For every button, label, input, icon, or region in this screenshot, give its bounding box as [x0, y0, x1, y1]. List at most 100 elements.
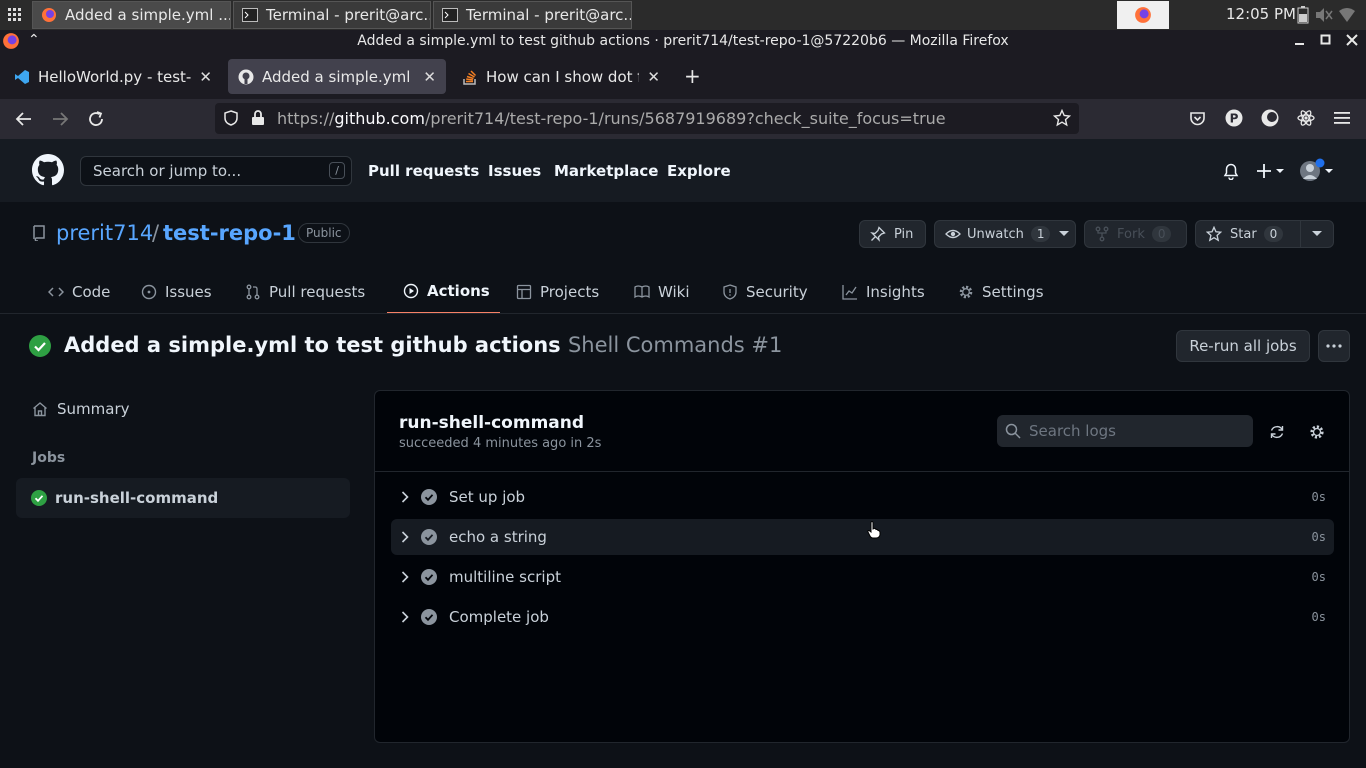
- repo-name-link[interactable]: test-repo-1: [163, 221, 296, 245]
- shield-icon[interactable]: [223, 110, 239, 126]
- tab-actions[interactable]: Actions: [387, 270, 500, 314]
- tab-insights[interactable]: Insights: [842, 270, 925, 314]
- unwatch-label: Unwatch: [967, 226, 1024, 242]
- terminal-icon: [442, 8, 458, 22]
- minimize-icon[interactable]: [1294, 34, 1306, 46]
- tab-issues[interactable]: Issues: [141, 270, 212, 314]
- tab-settings[interactable]: Settings: [958, 270, 1044, 314]
- chevron-right-icon: [401, 571, 409, 583]
- gear-icon: [958, 284, 974, 300]
- chevron-right-icon: [401, 531, 409, 543]
- taskbar-item-firefox[interactable]: Added a simple.yml ...: [32, 1, 231, 29]
- repo-owner-link[interactable]: prerit714: [56, 221, 153, 245]
- visibility-badge: Public: [298, 223, 350, 243]
- step-set-up-job[interactable]: Set up job 0s: [391, 479, 1334, 515]
- gear-icon[interactable]: [1309, 424, 1325, 440]
- extension-dark-mode-icon[interactable]: [1261, 109, 1279, 127]
- firefox-icon: [41, 7, 57, 23]
- close-tab-icon[interactable]: ✕: [423, 68, 436, 86]
- unwatch-button[interactable]: Unwatch 1: [934, 220, 1076, 248]
- pocket-icon[interactable]: [1189, 110, 1206, 127]
- forward-icon[interactable]: [51, 110, 69, 128]
- tab-label: HelloWorld.py - test-repo-1: [38, 67, 192, 86]
- step-complete-job[interactable]: Complete job 0s: [391, 599, 1334, 635]
- close-tab-icon[interactable]: ✕: [647, 68, 660, 86]
- github-search-input[interactable]: Search or jump to... /: [80, 156, 352, 186]
- issue-icon: [141, 284, 157, 300]
- sidebar-job-run-shell-command[interactable]: run-shell-command: [16, 478, 350, 518]
- avatar[interactable]: [1299, 158, 1337, 184]
- close-tab-icon[interactable]: ✕: [199, 68, 212, 86]
- hamburger-menu-icon[interactable]: [1334, 111, 1350, 125]
- battery-icon[interactable]: [1297, 6, 1309, 24]
- tab-projects[interactable]: Projects: [516, 270, 599, 314]
- volume-muted-icon[interactable]: [1315, 7, 1333, 23]
- extension-p-icon[interactable]: P: [1225, 109, 1243, 127]
- create-new-plus-icon[interactable]: [1257, 163, 1287, 179]
- close-window-icon[interactable]: [1346, 34, 1358, 46]
- taskbar-item-label: Terminal - prerit@arc...: [266, 6, 431, 24]
- pin-button[interactable]: Pin: [859, 220, 926, 248]
- browser-tab-helloworld[interactable]: HelloWorld.py - test-repo-1 ✕: [4, 59, 222, 94]
- run-title: Added a simple.yml to test github action…: [64, 333, 782, 357]
- bookmark-star-icon[interactable]: [1053, 109, 1071, 127]
- step-duration: 0s: [1311, 530, 1326, 544]
- step-name: Set up job: [449, 488, 526, 506]
- pull-request-icon: [245, 284, 261, 300]
- tab-pull-requests[interactable]: Pull requests: [245, 270, 365, 314]
- browser-nav-bar: https://github.com/prerit714/test-repo-1…: [0, 99, 1366, 139]
- tab-security[interactable]: Security: [722, 270, 808, 314]
- back-icon[interactable]: [15, 110, 33, 128]
- svg-text:P: P: [1230, 112, 1239, 126]
- wifi-icon[interactable]: [1339, 8, 1355, 22]
- tab-label: Security: [746, 283, 808, 301]
- step-echo-a-string[interactable]: echo a string 0s: [391, 519, 1334, 555]
- browser-tab-actions-run[interactable]: Added a simple.yml to test github action…: [228, 59, 446, 94]
- window-title: Added a simple.yml to test github action…: [357, 33, 1009, 49]
- rerun-all-jobs-button[interactable]: Re-run all jobs: [1176, 330, 1310, 362]
- taskbar-item-label: Added a simple.yml ...: [65, 6, 231, 24]
- job-label: run-shell-command: [55, 489, 219, 507]
- more-options-button[interactable]: [1318, 330, 1350, 362]
- apps-grid-icon[interactable]: [0, 0, 30, 30]
- step-duration: 0s: [1311, 490, 1326, 504]
- panel-divider: [375, 471, 1349, 472]
- bell-icon[interactable]: [1223, 163, 1239, 180]
- github-logo-icon[interactable]: [32, 154, 64, 186]
- url-bar[interactable]: https://github.com/prerit714/test-repo-1…: [215, 103, 1079, 134]
- tray-firefox-icon[interactable]: [1117, 1, 1169, 29]
- fork-label: Fork: [1117, 226, 1145, 242]
- repo-icon: [32, 225, 46, 241]
- success-check-icon: [29, 335, 51, 357]
- tab-wiki[interactable]: Wiki: [634, 270, 690, 314]
- step-multiline-script[interactable]: multiline script 0s: [391, 559, 1334, 595]
- taskbar-item-terminal-1[interactable]: Terminal - prerit@arc...: [233, 1, 431, 29]
- tab-label: Insights: [866, 283, 925, 301]
- taskbar-item-terminal-2[interactable]: Terminal - prerit@arc...: [433, 1, 632, 29]
- nav-explore[interactable]: Explore: [667, 162, 731, 180]
- watch-count: 1: [1030, 226, 1051, 242]
- summary-link[interactable]: Summary: [32, 400, 130, 418]
- search-logs-input[interactable]: Search logs: [997, 415, 1253, 447]
- clock[interactable]: 12:05 PM: [1226, 5, 1296, 23]
- new-tab-icon[interactable]: +: [684, 64, 701, 88]
- home-icon: [32, 401, 48, 417]
- reload-icon[interactable]: [87, 110, 105, 128]
- caret-down-icon: [1312, 231, 1322, 237]
- tab-code[interactable]: Code: [48, 270, 110, 314]
- code-icon: [48, 284, 64, 300]
- fork-button[interactable]: Fork 0: [1084, 220, 1187, 248]
- step-success-icon: [421, 529, 437, 545]
- star-list-dropdown[interactable]: [1300, 220, 1334, 248]
- star-button[interactable]: Star 0: [1195, 220, 1301, 248]
- graph-icon: [842, 284, 858, 300]
- lock-icon[interactable]: [251, 110, 265, 126]
- nav-pull-requests[interactable]: Pull requests: [368, 162, 479, 180]
- maximize-icon[interactable]: [1320, 34, 1332, 46]
- refresh-icon[interactable]: [1269, 424, 1285, 440]
- nav-marketplace[interactable]: Marketplace: [554, 162, 658, 180]
- react-devtools-icon[interactable]: [1297, 109, 1315, 127]
- jobs-heading: Jobs: [32, 450, 66, 466]
- nav-issues[interactable]: Issues: [488, 162, 541, 180]
- browser-tab-dot-files[interactable]: How can I show dot files ✕: [452, 59, 670, 94]
